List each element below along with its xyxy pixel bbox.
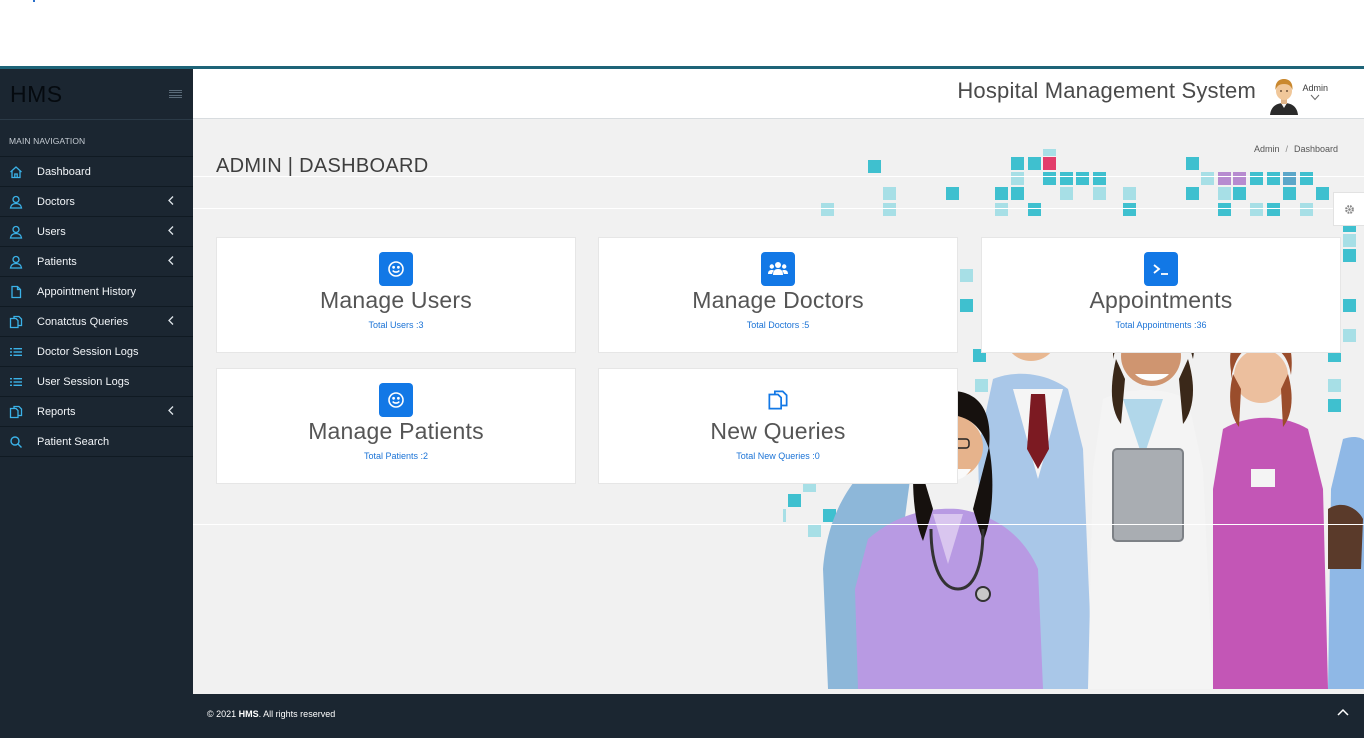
settings-toggle[interactable]: [1333, 192, 1364, 226]
sidebar-item-label: User Session Logs: [37, 375, 130, 388]
new-queries-card[interactable]: New Queries Total New Queries :0: [598, 368, 958, 484]
sidebar-item-label: Patients: [37, 255, 77, 268]
footer: © 2021 HMS. All rights reserved: [193, 694, 1364, 738]
sidebar-item-users[interactable]: Users: [0, 216, 193, 246]
sidebar-item-doctors[interactable]: Doctors: [0, 186, 193, 216]
divider-line: [193, 208, 1364, 209]
sidebar-item-doctor-session-logs[interactable]: Doctor Session Logs: [0, 336, 193, 366]
user-icon: [8, 194, 24, 210]
card-title: Manage Doctors: [692, 287, 864, 313]
gear-icon: [1344, 204, 1354, 214]
list-icon: [8, 344, 24, 360]
files-icon: [761, 383, 795, 417]
card-title: Manage Users: [320, 287, 472, 313]
top-header: Hospital Management System Admin: [193, 69, 1364, 119]
user-icon: [8, 254, 24, 270]
chevron-left-icon: [168, 316, 174, 325]
main-navigation: Dashboard Doctors Users Patients Appoint…: [0, 156, 193, 457]
users-icon: [761, 252, 795, 286]
card-count-link[interactable]: Total Appointments :36: [982, 320, 1340, 330]
chevron-left-icon: [168, 406, 174, 415]
files-icon: [8, 404, 24, 420]
home-icon: [8, 164, 24, 180]
breadcrumb-dashboard: Dashboard: [1293, 144, 1338, 154]
terminal-icon: [1144, 252, 1178, 286]
sidebar-item-label: Conatctus Queries: [37, 315, 129, 328]
breadcrumb: Admin / Dashboard: [1253, 144, 1338, 154]
sidebar-item-appointment-history[interactable]: Appointment History: [0, 276, 193, 306]
list-icon: [8, 374, 24, 390]
copyright-suffix: . All rights reserved: [258, 709, 336, 719]
sidebar-item-label: Dashboard: [37, 165, 91, 178]
user-name[interactable]: Admin: [1302, 83, 1328, 93]
breadcrumb-admin[interactable]: Admin: [1254, 144, 1280, 154]
card-count-link[interactable]: Total Doctors :5: [599, 320, 957, 330]
chevron-left-icon: [168, 196, 174, 205]
brand-logo[interactable]: HMS: [10, 81, 63, 108]
sidebar-item-contactus-queries[interactable]: Conatctus Queries: [0, 306, 193, 336]
card-count-link[interactable]: Total New Queries :0: [599, 451, 957, 461]
app-title: Hospital Management System: [957, 78, 1256, 103]
sidebar-item-label: Users: [37, 225, 66, 238]
top-dot: [33, 0, 35, 2]
copyright-prefix: © 2021: [207, 709, 237, 719]
chevron-left-icon: [168, 256, 174, 265]
dashboard-main: ADMIN | DASHBOARD Admin / Dashboard Manage…: [193, 119, 1364, 694]
search-icon: [8, 434, 24, 450]
page-title: ADMIN | DASHBOARD: [216, 155, 429, 177]
user-icon: [8, 224, 24, 240]
sidebar-brand: HMS: [0, 69, 193, 120]
card-title: Appointments: [1089, 287, 1233, 313]
chevron-down-icon[interactable]: [1310, 94, 1320, 101]
chevron-left-icon: [168, 226, 174, 235]
file-icon: [8, 284, 24, 300]
sidebar-item-patients[interactable]: Patients: [0, 246, 193, 276]
card-count-link[interactable]: Total Users :3: [217, 320, 575, 330]
smile-icon: [379, 383, 413, 417]
sidebar-item-dashboard[interactable]: Dashboard: [0, 156, 193, 186]
smile-icon: [379, 252, 413, 286]
copyright-brand: HMS: [238, 709, 259, 719]
sidebar: HMS MAIN NAVIGATION Dashboard Doctors Us…: [0, 69, 193, 738]
card-count-link[interactable]: Total Patients :2: [217, 451, 575, 461]
sidebar-item-label: Reports: [37, 405, 76, 418]
sidebar-item-reports[interactable]: Reports: [0, 396, 193, 426]
manage-users-card[interactable]: Manage Users Total Users :3: [216, 237, 576, 353]
sidebar-item-label: Doctors: [37, 195, 75, 208]
card-title: New Queries: [710, 418, 846, 444]
sidebar-item-patient-search[interactable]: Patient Search: [0, 426, 193, 457]
appointments-card[interactable]: Appointments Total Appointments :36: [981, 237, 1341, 353]
nav-section-title: MAIN NAVIGATION: [9, 136, 86, 146]
manage-doctors-card[interactable]: Manage Doctors Total Doctors :5: [598, 237, 958, 353]
menu-toggle-icon[interactable]: [169, 89, 182, 99]
sidebar-item-label: Appointment History: [37, 285, 137, 298]
sidebar-item-label: Doctor Session Logs: [37, 345, 139, 358]
manage-patients-card[interactable]: Manage Patients Total Patients :2: [216, 368, 576, 484]
copyright-text: © 2021 HMS. All rights reserved: [207, 709, 335, 719]
sidebar-item-user-session-logs[interactable]: User Session Logs: [0, 366, 193, 396]
divider-line: [193, 524, 1364, 525]
app-shell: HMS MAIN NAVIGATION Dashboard Doctors Us…: [0, 66, 1364, 738]
sidebar-item-label: Patient Search: [37, 435, 110, 448]
avatar[interactable]: [1268, 77, 1300, 115]
card-title: Manage Patients: [308, 418, 484, 444]
chevron-up-icon[interactable]: [1336, 705, 1350, 719]
files-icon: [8, 314, 24, 330]
